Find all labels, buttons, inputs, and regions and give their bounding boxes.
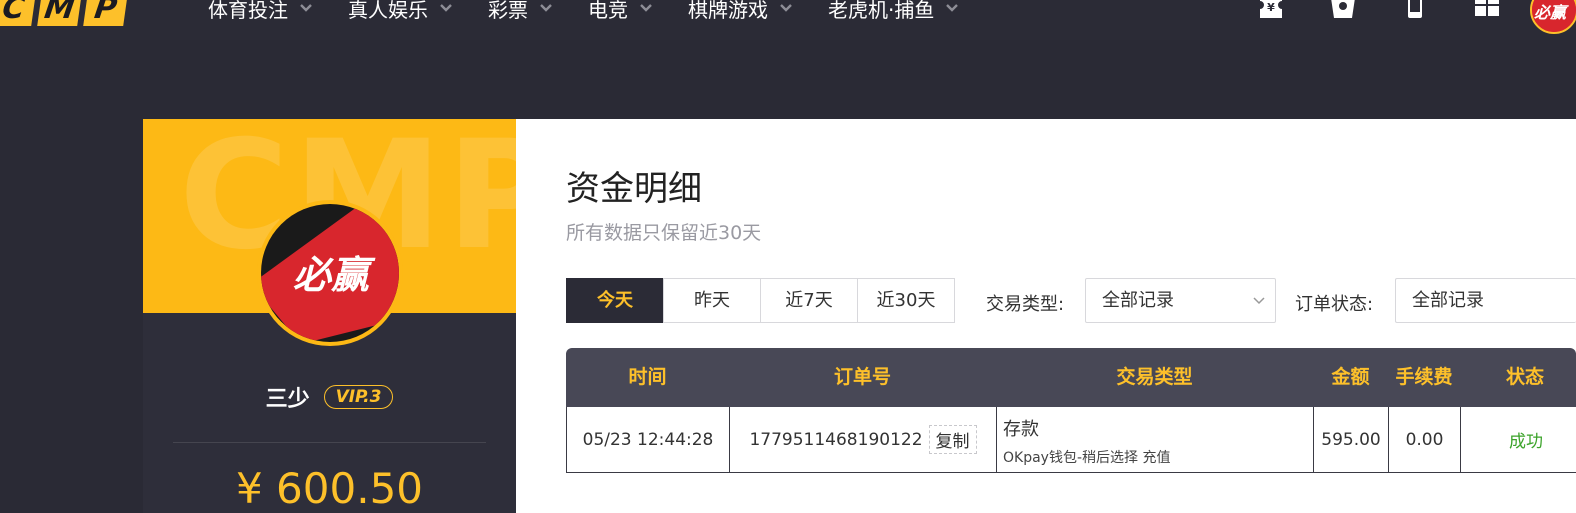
transaction-type-detail: OKpay钱包-稍后选择 充值 <box>1003 450 1171 466</box>
chevron-down-icon <box>946 4 959 12</box>
column-header-status: 状态 <box>1505 366 1544 388</box>
svg-text:¥: ¥ <box>1267 1 1275 14</box>
logo-letter: C <box>0 0 37 26</box>
column-header-type: 交易类型 <box>1116 366 1193 388</box>
vip-badge: VIP.3 <box>323 385 394 409</box>
nav-item-esports[interactable]: 电竞 <box>588 0 652 22</box>
page-title: 资金明细 <box>566 169 702 209</box>
logo-letter: P <box>83 0 129 26</box>
chevron-down-icon <box>440 4 452 12</box>
svg-text:必赢: 必赢 <box>293 253 376 297</box>
cell-amount: 595.00 <box>1314 407 1389 472</box>
tab-last-30-days[interactable]: 近30天 <box>857 278 955 323</box>
chevron-down-icon <box>1253 297 1265 305</box>
ticket-icon[interactable]: ¥ <box>1256 0 1286 20</box>
transactions-table: 时间 订单号 交易类型 金额 手续费 状态 05/23 12:44:28 177… <box>566 348 1576 473</box>
nav-item-sports[interactable]: 体育投注 <box>208 0 312 22</box>
table-row: 05/23 12:44:28 1779511468190122 复制 存款 OK… <box>566 407 1576 473</box>
username: 三少 <box>265 387 310 412</box>
tab-last-7-days[interactable]: 近7天 <box>760 278 858 323</box>
gift-box-icon[interactable] <box>1328 0 1358 20</box>
nav-item-live-casino[interactable]: 真人娱乐 <box>348 0 452 22</box>
mobile-icon[interactable] <box>1400 0 1430 20</box>
nav-item-label: 老虎机·捕鱼 <box>828 0 935 22</box>
page-subtitle: 所有数据只保留近30天 <box>566 222 762 244</box>
column-header-order-no: 订单号 <box>833 366 891 388</box>
nav-item-label: 棋牌游戏 <box>688 0 768 22</box>
username-row: 三少 VIP.3 <box>143 381 516 413</box>
transaction-type: 存款 <box>1003 419 1039 440</box>
grid-icon[interactable] <box>1472 0 1502 20</box>
column-header-fee: 手续费 <box>1395 366 1453 388</box>
tab-yesterday[interactable]: 昨天 <box>663 278 761 323</box>
nav-item-label: 电竞 <box>588 0 628 22</box>
top-icon-bar: ¥ <box>1256 0 1502 20</box>
select-value: 全部记录 <box>1412 290 1484 311</box>
nav-item-label: 真人娱乐 <box>348 0 428 22</box>
brand-avatar-icon: 必赢 <box>261 204 399 342</box>
nav-item-lottery[interactable]: 彩票 <box>488 0 552 22</box>
tab-today[interactable]: 今天 <box>566 278 664 323</box>
cell-type: 存款 OKpay钱包-稍后选择 充值 <box>997 407 1314 472</box>
column-header-time: 时间 <box>628 366 667 388</box>
table-header: 时间 订单号 交易类型 金额 手续费 状态 <box>566 348 1576 407</box>
date-range-tabs: 今天 昨天 近7天 近30天 <box>566 278 955 323</box>
copy-button[interactable]: 复制 <box>928 425 977 454</box>
logo-letter: M <box>37 0 83 26</box>
account-balance: ¥ 600.50 <box>235 464 424 513</box>
order-number: 1779511468190122 <box>749 429 923 450</box>
nav-item-label: 彩票 <box>488 0 528 22</box>
chevron-down-icon <box>300 4 312 12</box>
column-header-amount: 金额 <box>1331 366 1370 388</box>
cell-status: 成功 <box>1509 432 1543 452</box>
chevron-down-icon <box>780 4 792 12</box>
profile-avatar[interactable]: 必赢 <box>257 200 403 346</box>
main-nav: 体育投注 真人娱乐 彩票 电竞 棋牌游戏 老虎机·捕鱼 <box>208 0 994 22</box>
top-navbar: C M P 体育投注 真人娱乐 彩票 电竞 棋牌游戏 老虎机·捕鱼 ¥ 必赢 <box>0 0 1576 40</box>
nav-item-label: 体育投注 <box>208 0 288 22</box>
brand-avatar-icon: 必赢 <box>1532 0 1576 32</box>
cell-time: 05/23 12:44:28 <box>567 407 730 472</box>
nav-item-card-games[interactable]: 棋牌游戏 <box>688 0 792 22</box>
profile-panel: CMP 必赢 三少 VIP.3 ¥ 600.50 <box>143 119 516 513</box>
fund-details-panel: 资金明细 所有数据只保留近30天 今天 昨天 近7天 近30天 交易类型: 全部… <box>516 119 1576 513</box>
order-status-select[interactable]: 全部记录 <box>1395 278 1576 323</box>
cell-order-no: 1779511468190122 复制 <box>730 407 997 472</box>
user-avatar-small[interactable]: 必赢 <box>1530 0 1576 34</box>
cell-fee: 0.00 <box>1389 407 1461 472</box>
svg-text:必赢: 必赢 <box>1534 3 1569 22</box>
select-value: 全部记录 <box>1102 290 1174 311</box>
transaction-type-select[interactable]: 全部记录 <box>1085 278 1276 323</box>
order-status-label: 订单状态: <box>1295 294 1374 315</box>
nav-item-slots-fishing[interactable]: 老虎机·捕鱼 <box>828 0 959 22</box>
transaction-type-label: 交易类型: <box>986 294 1065 315</box>
chevron-down-icon <box>640 4 652 12</box>
cmp-logo[interactable]: C M P <box>0 0 129 26</box>
chevron-down-icon <box>540 4 552 12</box>
profile-divider <box>173 442 486 443</box>
